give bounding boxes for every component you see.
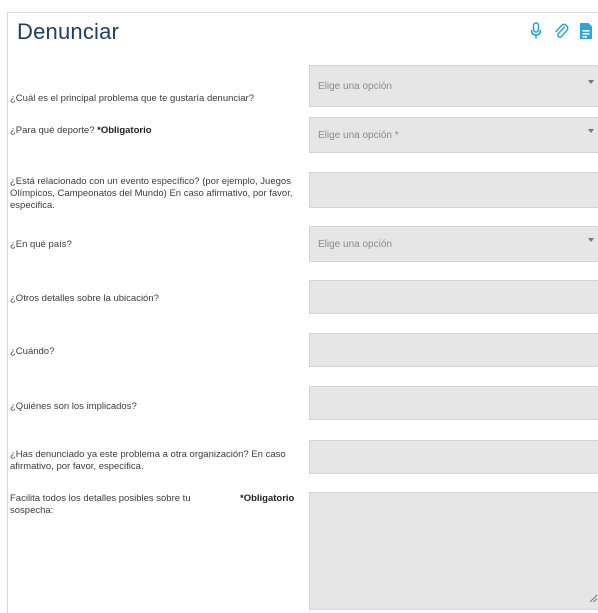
- other-org-input-field[interactable]: [310, 441, 598, 473]
- chevron-down-icon: [588, 129, 594, 133]
- paperclip-icon[interactable]: [553, 22, 569, 40]
- involved-input-field[interactable]: [310, 387, 598, 419]
- question-label-involved: ¿Quiénes son los implicados?: [10, 401, 137, 412]
- when-input[interactable]: [309, 333, 598, 367]
- country-select-value: Elige una opción: [318, 238, 392, 250]
- country-select[interactable]: Elige una opción: [309, 226, 598, 262]
- question-label-sport: ¿Para qué deporte? *Obligatorio: [10, 125, 302, 137]
- question-label-problem: ¿Cuál es el principal problema que te gu…: [10, 93, 254, 104]
- problem-select-value: Elige una opción: [318, 80, 392, 92]
- question-label-details: Facilita todos los detalles posibles sob…: [10, 493, 191, 516]
- document-icon[interactable]: [578, 22, 594, 40]
- question-label-other-org: ¿Has denunciado ya este problema a otra …: [10, 449, 286, 472]
- question-label-event: ¿Está relacionado con un evento específi…: [10, 176, 293, 211]
- form-toolbar: [528, 22, 594, 40]
- sport-select[interactable]: Elige una opción *: [309, 117, 598, 153]
- form-title: Denunciar: [17, 19, 120, 44]
- event-input-field[interactable]: [310, 173, 598, 207]
- sport-select-value: Elige una opción *: [318, 129, 399, 141]
- chevron-down-icon: [588, 80, 594, 84]
- required-marker: *Obligatorio: [97, 125, 152, 136]
- details-textarea[interactable]: [309, 492, 598, 610]
- problem-select[interactable]: Elige una opción: [309, 65, 598, 107]
- location-input[interactable]: [309, 280, 598, 314]
- event-input[interactable]: [309, 172, 598, 208]
- resize-handle-icon[interactable]: [588, 593, 598, 603]
- chevron-down-icon: [588, 238, 594, 242]
- other-org-input[interactable]: [309, 440, 598, 474]
- question-label-when: ¿Cuándo?: [10, 346, 55, 357]
- involved-input[interactable]: [309, 386, 598, 420]
- microphone-icon[interactable]: [528, 22, 544, 40]
- location-input-field[interactable]: [310, 281, 598, 313]
- when-input-field[interactable]: [310, 334, 598, 366]
- question-label-country: ¿En qué país?: [10, 239, 72, 250]
- required-marker: *Obligatorio: [240, 493, 295, 504]
- question-label-sport-text: ¿Para qué deporte?: [10, 125, 95, 136]
- question-label-location: ¿Otros detalles sobre la ubicación?: [10, 293, 159, 304]
